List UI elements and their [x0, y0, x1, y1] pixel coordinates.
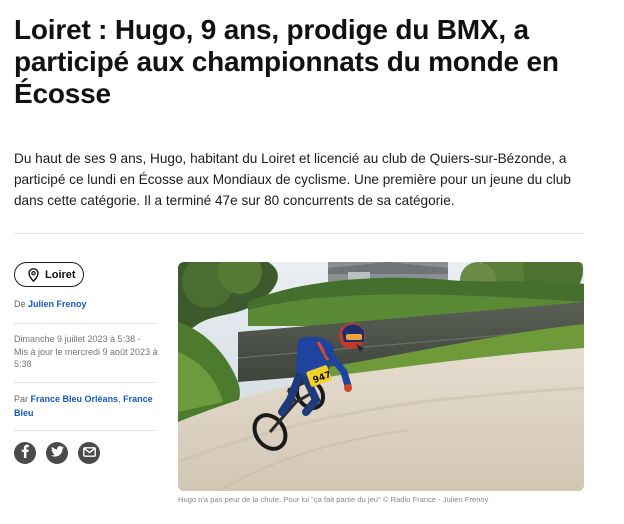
article-lead: Du haut de ses 9 ans, Hugo, habitant du …: [14, 151, 571, 208]
location-tag-button[interactable]: Loiret: [14, 262, 84, 287]
share-email-button[interactable]: [78, 442, 100, 464]
published-date: Dimanche 9 juillet 2023 à 5:38 -: [14, 334, 141, 344]
source-separator: ,: [118, 394, 121, 404]
divider: [14, 233, 584, 234]
publication-dates: Dimanche 9 juillet 2023 à 5:38 - Mis à j…: [14, 333, 159, 371]
email-icon: [82, 444, 96, 462]
map-pin-icon: [28, 267, 39, 282]
sources: Par France Bleu Orléans, France Bleu: [14, 392, 159, 420]
share-facebook-button[interactable]: [14, 442, 36, 464]
byline-prefix: De: [14, 299, 26, 309]
article-title: Loiret : Hugo, 9 ans, prodige du BMX, a …: [14, 14, 559, 109]
divider: [14, 382, 156, 383]
byline: De Julien Frenoy: [14, 299, 87, 309]
photo-caption: Hugo n'a pas peur de la chute. Pour lui …: [178, 495, 489, 504]
location-tag-label: Loiret: [45, 268, 76, 281]
updated-date: Mis à jour le mercredi 9 août 2023 à 5:3…: [14, 346, 158, 370]
divider: [14, 430, 156, 431]
twitter-icon: [50, 444, 64, 462]
source-prefix: Par: [14, 394, 29, 404]
share-buttons: [14, 442, 100, 464]
facebook-icon: [20, 444, 30, 463]
article-photo[interactable]: 947: [178, 262, 584, 491]
share-twitter-button[interactable]: [46, 442, 68, 464]
author-link[interactable]: Julien Frenoy: [28, 299, 87, 309]
source-link-france-bleu-orleans[interactable]: France Bleu Orléans: [31, 394, 119, 404]
divider: [14, 323, 156, 324]
